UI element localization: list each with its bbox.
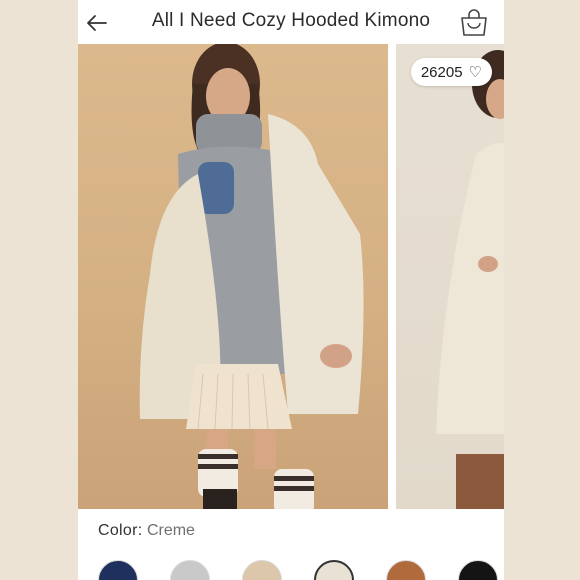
color-swatches: [78, 560, 504, 580]
product-screen: All I Need Cozy Hooded Kimono 26205 ♡ Co…: [78, 0, 504, 580]
swatch-beige[interactable]: [242, 560, 282, 580]
model-illustration: [139, 44, 364, 509]
selected-color-value: Creme: [146, 522, 195, 539]
color-label: Color:: [98, 522, 143, 539]
swatch-rust[interactable]: [386, 560, 426, 580]
left-background: [0, 0, 78, 580]
like-count: 26205: [420, 63, 463, 81]
swatch-grey[interactable]: [170, 560, 210, 580]
swatch-creme[interactable]: [314, 560, 354, 580]
shopping-bag-icon: [461, 9, 487, 36]
color-selection-label: Color: Creme: [98, 522, 195, 540]
right-background: [504, 0, 580, 580]
product-photo-main[interactable]: [78, 44, 388, 509]
swatch-black[interactable]: [458, 560, 498, 580]
back-button[interactable]: [82, 8, 112, 38]
shopping-bag-button[interactable]: [458, 6, 490, 38]
back-arrow-icon: [87, 15, 107, 31]
product-photo-next[interactable]: 26205 ♡: [396, 44, 504, 509]
heart-icon: ♡: [468, 63, 482, 81]
like-button[interactable]: 26205 ♡: [410, 58, 492, 86]
top-bar: All I Need Cozy Hooded Kimono: [78, 0, 504, 44]
page-title: All I Need Cozy Hooded Kimono: [151, 10, 431, 31]
model-illustration-partial: [436, 50, 504, 509]
product-image-carousel[interactable]: 26205 ♡: [78, 44, 504, 509]
swatch-navy[interactable]: [98, 560, 138, 580]
